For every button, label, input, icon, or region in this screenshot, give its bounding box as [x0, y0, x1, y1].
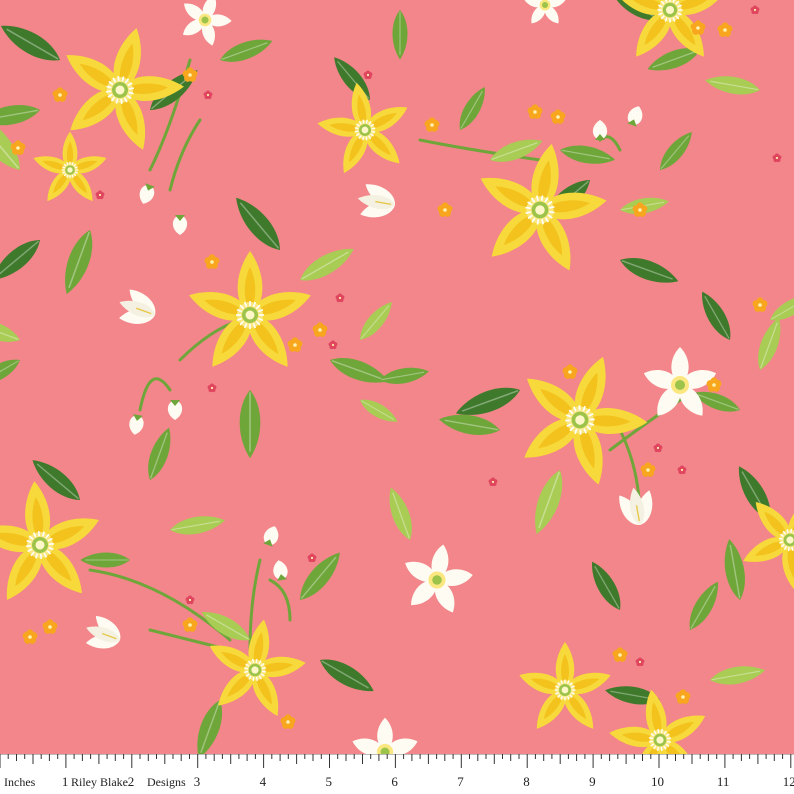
- ruler-number: 6: [391, 774, 398, 789]
- ruler-strip: Inches Riley Blake Designs 1 2 3 4 5 6 7 8 9 10 11…: [0, 754, 794, 794]
- ruler-brand-right: Designs: [147, 775, 186, 789]
- ruler-number: 2: [127, 774, 135, 789]
- ruler-number: 1: [61, 774, 69, 789]
- ruler-unit-label: Inches: [4, 775, 36, 789]
- ruler-number: 7: [457, 774, 464, 789]
- ruler-number: 9: [589, 774, 596, 789]
- ruler-number: 5: [325, 774, 333, 789]
- fabric-swatch-image: Inches Riley Blake Designs 1 2 3 4 5 6 7 8 9 10 11…: [0, 0, 794, 794]
- floral-pattern: [0, 0, 794, 754]
- ruler-number: 12: [782, 774, 794, 789]
- ruler-number: 10: [651, 774, 664, 789]
- ruler-number: 3: [193, 774, 201, 789]
- ruler-brand-left: Riley Blake: [71, 775, 128, 789]
- ruler-number: 11: [716, 774, 730, 789]
- ruler-number: 8: [523, 774, 530, 789]
- ruler-number: 4: [259, 774, 267, 789]
